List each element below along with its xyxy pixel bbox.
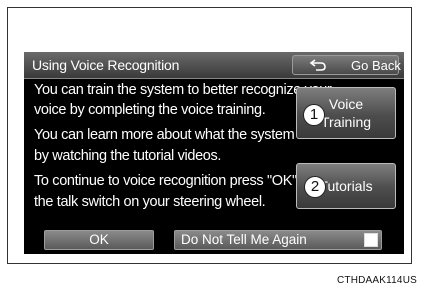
callout-1: 1 (303, 104, 325, 126)
screen-title: Using Voice Recognition (32, 57, 180, 73)
message-line-6: the talk switch on your steering wheel. (34, 194, 266, 210)
go-back-label: Go Back (351, 58, 401, 73)
do-not-tell-me-again-label: Do Not Tell Me Again (181, 232, 307, 247)
callout-2: 2 (304, 176, 326, 198)
return-arrow-icon (309, 59, 326, 71)
message-line-1: You can train the system to better recog… (34, 82, 332, 98)
message-line-3: You can learn more about what the system… (34, 127, 340, 143)
go-back-button[interactable]: Go Back (292, 55, 401, 75)
voice-training-label-line1: Voice (328, 96, 364, 112)
message-line-5: To continue to voice recognition press "… (34, 173, 313, 189)
tutorials-label: Tutorials (319, 178, 373, 194)
title-bar: Using Voice Recognition Go Back (24, 52, 404, 79)
message-line-2: voice by completing the voice training. (34, 102, 266, 118)
ok-button[interactable]: OK (44, 230, 154, 250)
voice-recognition-screen: Using Voice Recognition Go Back You can … (24, 52, 404, 254)
checkbox-icon[interactable] (364, 233, 378, 247)
message-line-4: by watching the tutorial videos. (34, 148, 222, 164)
ok-label: OK (89, 232, 109, 247)
figure-caption: CTHDAAK114US (336, 275, 417, 286)
voice-training-label-line2: Training (320, 114, 372, 130)
do-not-tell-me-again-button[interactable]: Do Not Tell Me Again (174, 230, 382, 250)
